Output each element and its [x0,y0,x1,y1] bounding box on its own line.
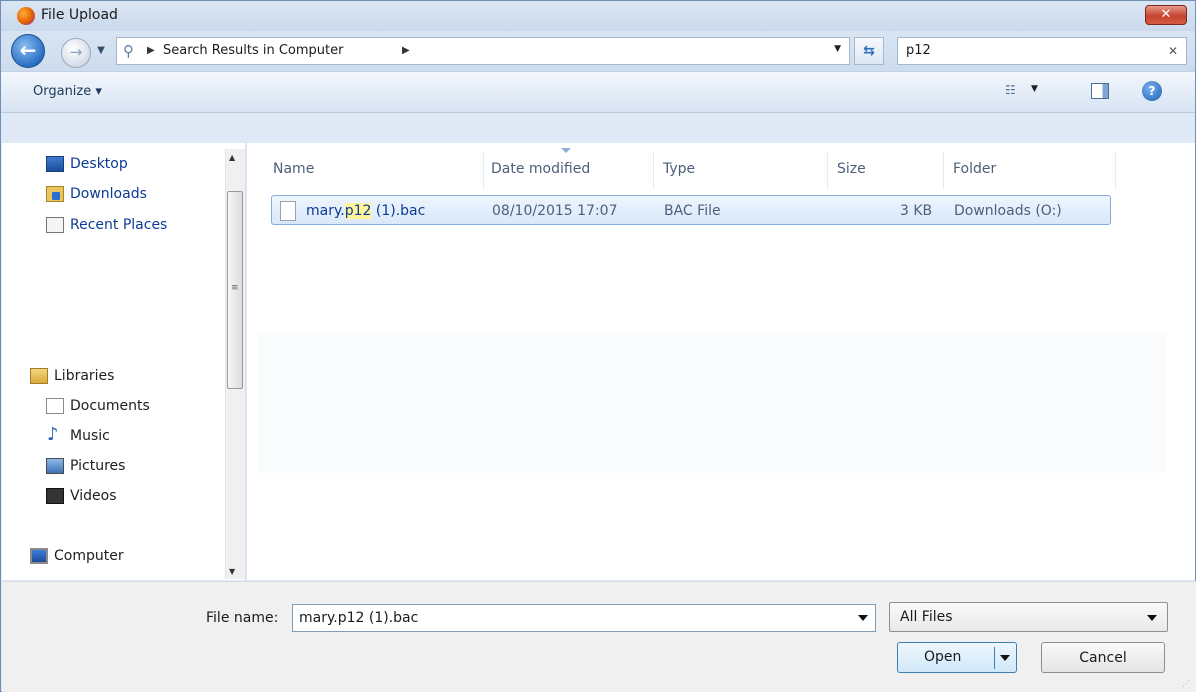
file-icon [280,201,296,221]
forward-button[interactable]: → [61,38,91,68]
sort-indicator-icon [561,148,571,153]
file-list-empty-area [257,333,1165,473]
file-type-select[interactable]: All Files [889,602,1168,632]
pictures-icon [46,458,64,474]
preview-pane-icon[interactable] [1091,83,1109,99]
address-dropdown-icon[interactable]: ▼ [834,44,841,54]
downloads-folder-icon [46,186,64,202]
scroll-up-arrow-icon[interactable]: ▲ [229,153,235,162]
breadcrumb-search-results[interactable]: Search Results in Computer [163,43,343,59]
file-upload-dialog: File Upload ✕ ← → ▼ ⚲ ▶ Search Results i… [0,0,1196,692]
recent-places-icon [46,217,64,233]
column-header-folder[interactable]: Folder [953,160,996,178]
libraries-icon [30,368,48,384]
filename-input[interactable] [292,604,876,632]
change-view-icon[interactable]: ☷ [1005,82,1021,98]
navigation-bar: ← → ▼ ⚲ ▶ Search Results in Computer ▶ ▼… [1,31,1195,71]
music-icon [46,424,64,446]
column-header-type[interactable]: Type [663,160,695,178]
chevron-down-icon [1147,615,1157,621]
desktop-icon [46,156,64,172]
column-header-date-modified[interactable]: Date modified [491,160,590,178]
refresh-button[interactable]: ⇆ [854,37,884,65]
file-folder: Downloads (O:) [954,203,1062,219]
file-list: Name Date modified Type Size Folder mary… [247,143,1195,580]
open-button[interactable]: Open [897,642,1017,673]
search-box[interactable]: ✕ [897,37,1187,65]
close-button[interactable]: ✕ [1145,5,1187,25]
scroll-down-arrow-icon[interactable]: ▼ [229,567,235,576]
file-type-selected: All Files [900,609,953,625]
breadcrumb-chevron-icon[interactable]: ▶ [147,43,155,59]
column-divider[interactable] [943,151,944,189]
resize-grip-icon[interactable]: ⋰ [1182,679,1190,688]
command-bar: Organize ▾ ☷ ▼ ? [1,71,1195,113]
sidebar-item-label: Music [70,428,110,444]
file-size: 3 KB [900,203,933,219]
file-type: BAC File [664,203,721,219]
column-header-size[interactable]: Size [837,160,866,178]
view-options-dropdown-icon[interactable]: ▼ [1031,84,1038,94]
documents-icon [46,398,64,414]
search-input[interactable] [906,43,1146,59]
open-button-label: Open [924,649,962,665]
open-options-dropdown-icon[interactable] [1000,655,1010,661]
file-date-modified: 08/10/2015 17:07 [492,203,618,219]
window-title: File Upload [41,7,118,23]
videos-icon [46,488,64,504]
computer-icon [30,548,48,564]
help-icon[interactable]: ? [1142,81,1162,101]
sidebar-item-label: Recent Places [70,217,168,233]
scrollbar-grip-icon: ≡ [231,283,239,293]
dialog-footer: File name: All Files Open Cancel ⋰ [2,581,1196,692]
filename-label: File name: [206,610,279,626]
sidebar-item-label: Pictures [70,458,126,474]
cancel-button[interactable]: Cancel [1041,642,1165,673]
search-results-icon: ⚲ [123,42,134,60]
column-divider[interactable] [827,151,828,189]
breadcrumb-chevron-icon[interactable]: ▶ [402,43,410,59]
table-row[interactable]: mary.p12 (1).bac 08/10/2015 17:07 BAC Fi… [271,195,1111,225]
navigation-pane: Desktop Downloads Recent Places Librarie… [2,143,246,580]
address-bar[interactable]: ⚲ ▶ Search Results in Computer ▶ ▼ [116,37,850,65]
sidebar-item-label: Documents [70,398,150,414]
sidebar-item-label: Videos [70,488,117,504]
file-name: mary.p12 (1).bac [306,203,426,219]
sidebar-item-label: Computer [54,548,124,564]
column-divider[interactable] [483,151,484,189]
sidebar-item-label: Libraries [54,368,115,384]
search-match-highlight: p12 [344,203,372,219]
recent-pages-dropdown[interactable]: ▼ [94,43,108,59]
column-divider[interactable] [1115,151,1116,189]
firefox-icon [17,7,35,25]
back-button[interactable]: ← [11,34,45,68]
filename-history-dropdown-icon[interactable] [858,615,868,621]
sidebar-item-label: Downloads [70,186,147,202]
column-header-name[interactable]: Name [273,160,314,178]
split-divider [994,647,995,669]
clear-search-icon[interactable]: ✕ [1168,43,1178,59]
column-divider[interactable] [653,151,654,189]
sidebar-item-label: Desktop [70,156,128,172]
organize-button[interactable]: Organize ▾ [33,84,102,100]
title-bar: File Upload ✕ [1,1,1195,31]
